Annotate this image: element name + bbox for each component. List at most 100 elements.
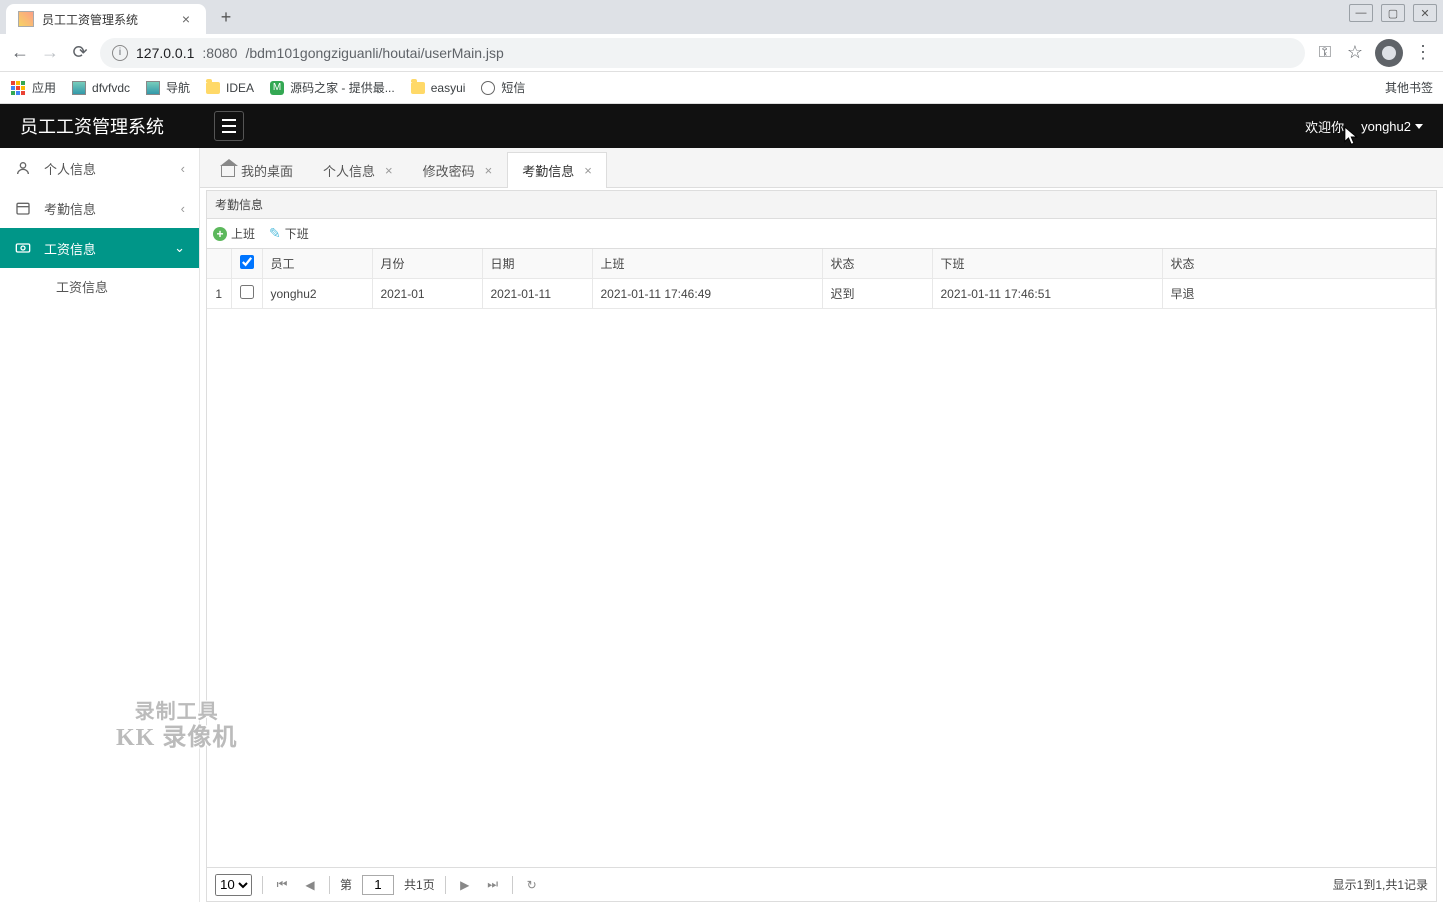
browser-tab[interactable]: 员工工资管理系统 × [6,4,206,34]
money-icon [14,239,32,257]
bookmark-apps[interactable]: 应用 [10,79,56,96]
reload-button[interactable]: ⟳ [70,42,90,63]
first-page-button[interactable]: ⏮ [273,877,291,892]
separator [512,876,513,894]
back-button[interactable]: ← [10,42,30,63]
bookmark-item[interactable]: easyui [411,81,466,95]
sidebar-toggle-button[interactable] [214,111,244,141]
chevron-down-icon [1415,124,1423,129]
window-controls: — ▢ ✕ [1349,4,1437,22]
close-tab-icon[interactable]: × [178,11,194,27]
content-tabs: 我的桌面 个人信息 × 修改密码 × 考勤信息 × [200,148,1443,188]
folder-icon [206,82,220,94]
select-all-checkbox[interactable] [240,255,254,269]
bookmark-label: dfvfvdc [92,81,130,95]
bookmark-label: 导航 [166,79,190,96]
minimize-button[interactable]: — [1349,4,1373,22]
new-tab-button[interactable]: + [212,3,240,31]
col-employee[interactable]: 员工 [262,249,372,279]
profile-avatar[interactable] [1375,39,1403,67]
table-row[interactable]: 1 yonghu2 2021-01 2021-01-11 2021-01-11 … [207,279,1436,309]
table-container: 员工 月份 日期 上班 状态 下班 状态 1 [207,249,1436,867]
address-bar: ← → ⟳ i 127.0.0.1:8080/bdm101gongziguanl… [0,34,1443,72]
tab-attendance[interactable]: 考勤信息 × [507,152,607,188]
bookmark-item[interactable]: 导航 [146,79,190,96]
tab-title: 员工工资管理系统 [42,11,178,28]
chevron-left-icon: ‹ [181,161,185,176]
bookmark-item[interactable]: IDEA [206,81,254,95]
total-pages: 共1页 [404,876,435,893]
bookmark-item[interactable]: M 源码之家 - 提供最... [270,79,395,96]
tab-profile[interactable]: 个人信息 × [308,152,408,188]
star-icon[interactable]: ☆ [1345,42,1365,63]
pagination: 10 ⏮ ◀ 第 共1页 ▶ ⏭ ↻ 显示1到1,共1记录 [207,867,1436,901]
chevron-down-icon: ⌄ [174,240,185,256]
app-title: 员工工资管理系统 [20,113,164,139]
sidebar-sub-label: 工资信息 [56,277,108,296]
clock-in-button[interactable]: + 上班 [213,225,255,242]
bookmark-item[interactable]: dfvfvdc [72,81,130,95]
plus-icon: + [213,227,227,241]
bookmark-label: 短信 [501,79,525,96]
next-page-button[interactable]: ▶ [456,878,474,892]
prev-page-button[interactable]: ◀ [301,878,319,892]
sidebar-item-label: 考勤信息 [44,199,96,218]
page-size-select[interactable]: 10 [215,874,252,896]
button-label: 下班 [285,225,309,242]
bookmark-item[interactable]: 短信 [481,79,525,96]
tab-label: 我的桌面 [241,161,293,180]
cell-checkbox [231,279,262,309]
user-menu[interactable]: 欢迎你，yonghu2 [1305,117,1423,136]
clock-out-button[interactable]: ✎ 下班 [269,225,309,242]
tab-desktop[interactable]: 我的桌面 [206,152,308,188]
bookmark-icon: M [270,81,284,95]
sidebar-item-attendance[interactable]: 考勤信息 ‹ [0,188,199,228]
watermark: 录制工具 KK 录像机 [116,700,237,753]
bookmark-label: 其他书签 [1385,79,1433,96]
col-clock-in[interactable]: 上班 [592,249,822,279]
key-icon[interactable]: ⚿ [1315,44,1335,62]
sidebar-item-salary[interactable]: 工资信息 ⌄ [0,228,199,268]
close-tab-icon[interactable]: × [584,163,592,178]
site-info-icon[interactable]: i [112,45,128,61]
separator [329,876,330,894]
close-tab-icon[interactable]: × [385,163,393,178]
refresh-button[interactable]: ↻ [523,878,541,892]
bookmark-label: 应用 [32,79,56,96]
page-input[interactable] [362,875,394,895]
col-on-status[interactable]: 状态 [822,249,932,279]
watermark-line1: 录制工具 [116,700,237,724]
other-bookmarks[interactable]: 其他书签 [1379,79,1433,96]
close-window-button[interactable]: ✕ [1413,4,1437,22]
apps-icon [10,80,26,96]
favicon-icon [18,11,34,27]
maximize-button[interactable]: ▢ [1381,4,1405,22]
cell-date: 2021-01-11 [482,279,592,309]
last-page-button[interactable]: ⏭ [484,877,502,892]
tab-label: 个人信息 [323,161,375,180]
kebab-menu-icon[interactable]: ⋮ [1413,42,1433,63]
url-path: /bdm101gongziguanli/houtai/userMain.jsp [245,45,503,61]
col-month[interactable]: 月份 [372,249,482,279]
sidebar-item-label: 工资信息 [44,239,96,258]
toolbar: + 上班 ✎ 下班 [207,219,1436,249]
username: yonghu2 [1361,119,1411,134]
sidebar: 个人信息 ‹ 考勤信息 ‹ 工资信息 ⌄ 工资信息 [0,148,200,902]
calendar-icon [14,199,32,217]
panel-title: 考勤信息 [207,191,1436,219]
tab-password[interactable]: 修改密码 × [408,152,508,188]
cell-clock-out: 2021-01-11 17:46:51 [932,279,1162,309]
col-clock-out[interactable]: 下班 [932,249,1162,279]
page-info: 显示1到1,共1记录 [1333,876,1428,893]
col-date[interactable]: 日期 [482,249,592,279]
sidebar-sub-salary[interactable]: 工资信息 [0,268,199,304]
button-label: 上班 [231,225,255,242]
sidebar-item-profile[interactable]: 个人信息 ‹ [0,148,199,188]
close-tab-icon[interactable]: × [485,163,493,178]
col-off-status[interactable]: 状态 [1162,249,1436,279]
row-checkbox[interactable] [240,285,254,299]
url-field[interactable]: i 127.0.0.1:8080/bdm101gongziguanli/hout… [100,38,1305,68]
separator [445,876,446,894]
cell-employee: yonghu2 [262,279,372,309]
forward-button[interactable]: → [40,42,60,63]
